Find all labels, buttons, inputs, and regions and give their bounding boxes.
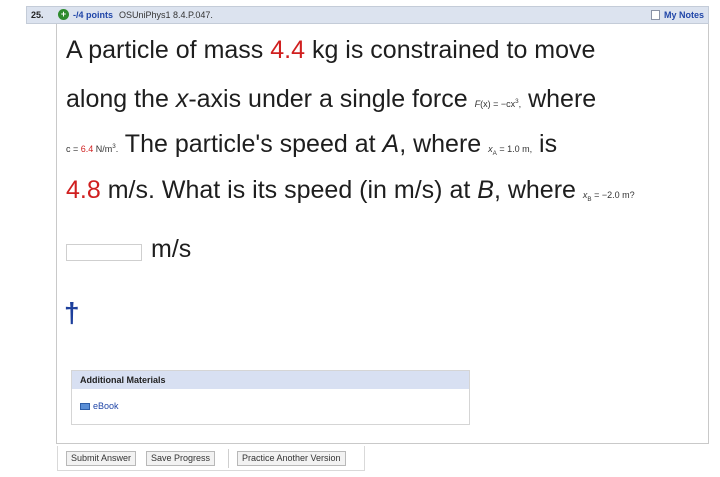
practice-another-version-button[interactable]: Practice Another Version: [237, 451, 346, 466]
ebook-label: eBook: [93, 401, 119, 411]
question-line-2: along the x-axis under a single force F(…: [66, 85, 596, 114]
question-text: The particle's speed at: [118, 130, 383, 158]
note-icon: [650, 10, 660, 20]
answer-units: m/s: [151, 235, 192, 263]
additional-materials-box: Additional Materials eBook: [71, 370, 470, 425]
submit-answer-button[interactable]: Submit Answer: [66, 451, 137, 466]
question-text: along the: [66, 85, 176, 113]
question-text: , where: [493, 176, 583, 204]
force-expression: F(x) = −cx3,: [474, 98, 522, 109]
c-constant: c = 6.4 N/m3.: [66, 143, 119, 154]
question-text: kg is constrained to move: [305, 36, 596, 64]
answer-input[interactable]: [66, 244, 142, 261]
question-source: OSUniPhys1 8.4.P.047.: [119, 10, 213, 20]
question-number: 25.: [31, 10, 44, 20]
xb-expression: xB = −2.0 m?: [582, 190, 635, 203]
additional-materials-title: Additional Materials: [72, 371, 469, 389]
speed-value: 4.8: [66, 176, 101, 204]
question-text: A particle of mass: [66, 36, 271, 64]
question-text: m/s. What is its speed (in m/s) at: [100, 176, 478, 204]
question-text: is: [532, 130, 558, 158]
ebook-link[interactable]: eBook: [80, 401, 119, 411]
book-icon: [80, 402, 90, 410]
my-notes-label: My Notes: [663, 10, 704, 20]
mass-value: 4.4: [270, 36, 306, 64]
xa-expression: xA = 1.0 m,: [488, 144, 533, 157]
points-label: -/4 points: [73, 10, 113, 20]
question-text: , where: [399, 130, 489, 158]
question-line-1: A particle of mass 4.4 kg is constrained…: [66, 36, 595, 65]
question-line-3: c = 6.4 N/m3. The particle's speed at A,…: [66, 130, 557, 159]
question-line-4: 4.8 m/s. What is its speed (in m/s) at B…: [66, 176, 635, 205]
button-divider: [228, 449, 229, 468]
question-text: where: [521, 85, 597, 113]
question-header: 25. + -/4 points OSUniPhys1 8.4.P.047. M…: [26, 6, 709, 24]
question-text: -axis under a single force: [188, 85, 475, 113]
dagger-icon[interactable]: †: [64, 299, 80, 327]
point-a: A: [382, 130, 400, 158]
point-b: B: [477, 176, 494, 204]
plus-circle-icon[interactable]: +: [58, 9, 69, 20]
my-notes-button[interactable]: My Notes: [650, 9, 704, 21]
variable-x: x: [175, 85, 189, 113]
c-value: 6.4: [80, 144, 94, 154]
save-progress-button[interactable]: Save Progress: [146, 451, 216, 466]
